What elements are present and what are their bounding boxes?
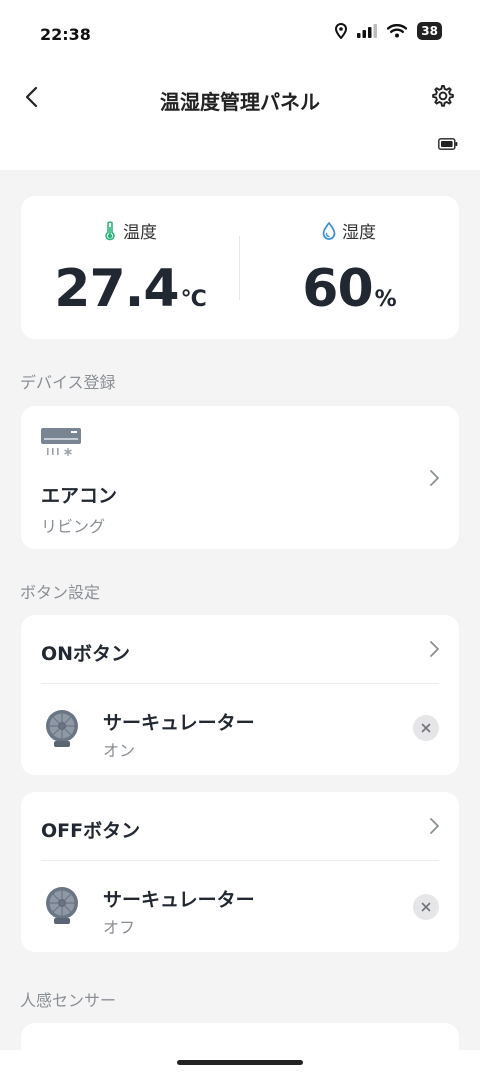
battery-level: 38 [417, 22, 442, 40]
circulator-fan-icon [46, 887, 78, 924]
button-section-label: ボタン設定 [20, 583, 101, 602]
circulator-fan-icon [46, 710, 78, 747]
on-action-state: オン [103, 741, 136, 760]
off-button-row[interactable]: OFFボタン [21, 792, 459, 860]
droplet-icon [322, 221, 336, 240]
on-button-title: ONボタン [41, 643, 131, 665]
off-action-state: オフ [103, 918, 136, 937]
on-button-card: ONボタン サーキュレーター オン [21, 615, 459, 775]
humidity-unit: % [374, 287, 397, 312]
gear-icon[interactable] [430, 83, 456, 109]
close-icon [421, 902, 431, 912]
motion-section-label: 人感センサー [20, 991, 117, 1010]
measurement-card: 温度 27.4°C 湿度 60% [21, 196, 459, 339]
device-battery-icon [438, 138, 458, 150]
divider [41, 683, 439, 684]
off-action-device: サーキュレーター [103, 889, 255, 911]
off-button-title: OFFボタン [41, 820, 141, 842]
temperature-unit: °C [180, 287, 207, 312]
remove-on-action-button[interactable] [413, 715, 439, 741]
humidity-block: 湿度 60% [240, 218, 458, 319]
location-icon [335, 23, 348, 39]
device-name: エアコン [41, 485, 118, 507]
close-icon [421, 723, 431, 733]
status-time: 22:38 [40, 25, 91, 44]
temperature-value: 27.4 [54, 259, 179, 319]
wifi-icon [387, 24, 408, 38]
chevron-right-icon [430, 818, 439, 834]
chevron-right-icon [430, 641, 439, 657]
device-section-label: デバイス登録 [20, 373, 116, 392]
page-title: 温湿度管理パネル [160, 90, 320, 114]
device-card-air-conditioner[interactable]: エアコン リビング [21, 406, 459, 549]
signal-icon [357, 24, 378, 38]
remove-off-action-button[interactable] [413, 894, 439, 920]
on-action-device: サーキュレーター [103, 712, 255, 734]
status-icons: 38 [335, 22, 442, 40]
temperature-block: 温度 27.4°C [21, 218, 239, 319]
air-conditioner-icon [41, 428, 81, 456]
thermometer-icon [105, 220, 115, 240]
status-bar: 22:38 38 [0, 0, 480, 66]
temperature-label: 温度 [123, 223, 157, 243]
off-button-card: OFFボタン サーキュレーター オフ [21, 792, 459, 952]
home-indicator[interactable] [177, 1060, 303, 1065]
humidity-value: 60 [302, 259, 373, 319]
humidity-label: 湿度 [342, 223, 376, 243]
divider [41, 860, 439, 861]
chevron-right-icon [430, 470, 439, 486]
device-location: リビング [41, 517, 106, 536]
on-button-row[interactable]: ONボタン [21, 615, 459, 683]
